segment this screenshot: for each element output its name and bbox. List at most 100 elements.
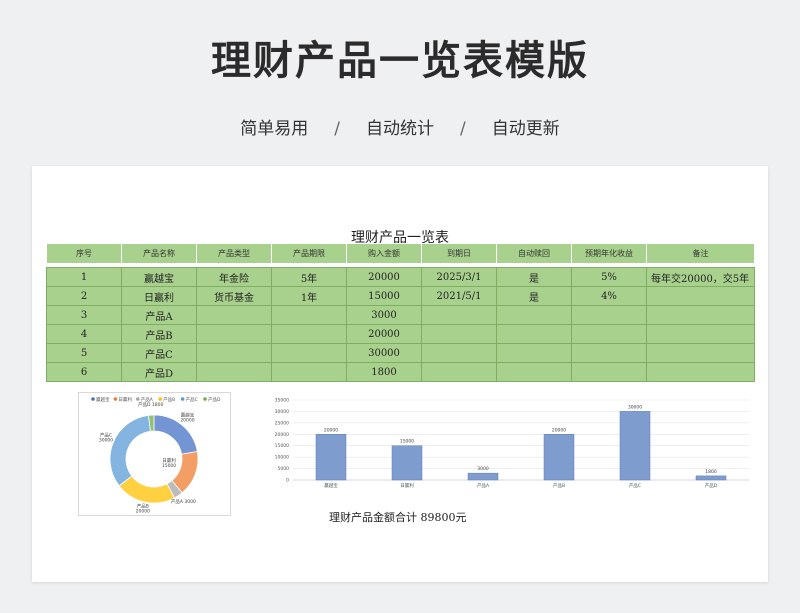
table-cell[interactable] [196, 324, 272, 344]
table-cell[interactable]: 日赢利 [121, 286, 197, 306]
table-cell[interactable]: 4 [46, 324, 122, 344]
table-cell[interactable] [496, 362, 572, 382]
table-cell[interactable]: 是 [496, 267, 572, 287]
donut-chart-svg: 赢越宝 日赢利 产品A 产品B 产品C 产品D 赢越宝 20000 日赢利 15000 产品A 3… [91, 396, 221, 514]
table-cell[interactable]: 产品A [121, 305, 197, 325]
table-cell[interactable]: 产品B [121, 324, 197, 344]
header-cell: 到期日 [421, 243, 497, 264]
header-row: 序号 产品名称 产品类型 产品期限 购入金额 到期日 自动赎回 预期年化收益 备注 [46, 243, 755, 264]
header-cell: 产品类型 [196, 243, 272, 264]
table-cell[interactable]: 年金险 [196, 267, 272, 287]
table-cell[interactable]: 3000 [346, 305, 422, 325]
table-cell[interactable] [646, 324, 755, 344]
table-cell[interactable] [421, 305, 497, 325]
tagline-2: 自动统计 [366, 119, 434, 139]
bar-data-label: 3000 [477, 466, 489, 472]
legend-entry: 产品D [208, 396, 221, 403]
legend-entry: 赢越宝 [96, 396, 110, 403]
table-cell[interactable]: 是 [496, 286, 572, 306]
table-cell[interactable]: 2025/3/1 [421, 267, 497, 287]
header-cell: 备注 [646, 243, 755, 264]
legend-marker [91, 397, 95, 401]
table-cell[interactable] [271, 343, 347, 363]
table-cell[interactable] [271, 362, 347, 382]
table-cell[interactable] [646, 343, 755, 363]
legend-entry: 日赢利 [118, 396, 132, 403]
table-cell[interactable]: 20000 [346, 267, 422, 287]
table-cell[interactable] [196, 343, 272, 363]
bar [619, 411, 651, 481]
table-cell[interactable] [196, 305, 272, 325]
table-cell[interactable]: 2021/5/1 [421, 286, 497, 306]
table-cell[interactable] [271, 305, 347, 325]
table-cell[interactable]: 1 [46, 267, 122, 287]
y-tick-label: 10000 [275, 455, 289, 461]
spreadsheet-preview: 理财产品一览表 序号 产品名称 产品类型 产品期限 购入金额 到期日 自动赎回 预期年化收益备… [32, 166, 768, 582]
table-cell[interactable] [271, 324, 347, 344]
table-cell[interactable] [571, 343, 647, 363]
table-cell[interactable]: 赢越宝 [121, 267, 197, 287]
donut-data-label: 日赢利 15000 [162, 457, 176, 469]
bar [467, 472, 499, 481]
table-cell[interactable] [496, 343, 572, 363]
table-cell[interactable] [421, 343, 497, 363]
bar [315, 434, 347, 481]
table-cell[interactable]: 1年 [271, 286, 347, 306]
y-tick-label: 15000 [275, 443, 289, 449]
table-cell[interactable]: 3 [46, 305, 122, 325]
table-cell[interactable] [646, 362, 755, 382]
table-cell[interactable]: 15000 [346, 286, 422, 306]
table-cell[interactable]: 20000 [346, 324, 422, 344]
table-cell[interactable]: 每年交20000，交5年 [646, 267, 755, 287]
x-tick-label: 产品C [629, 482, 641, 489]
legend-marker [136, 397, 140, 401]
x-tick-label: 产品D [705, 482, 718, 489]
donut-data-label: 产品D 1800 [138, 401, 163, 408]
table-row: 4 产品B 20000 [46, 324, 755, 344]
x-tick-label: 产品B [553, 482, 565, 489]
bar-chart: 0 5000 10000 15000 20000 25000 30000 35000 20000… [263, 394, 753, 499]
table-cell[interactable]: 30000 [346, 343, 422, 363]
legend-entry: 产品A [141, 396, 154, 403]
bar-data-label: 20000 [324, 427, 338, 433]
tagline-1: 简单易用 [240, 119, 309, 139]
header-cell: 购入金额 [346, 243, 422, 264]
y-tick-label: 20000 [275, 432, 289, 438]
y-tick-label: 30000 [275, 409, 289, 415]
table-cell[interactable] [421, 324, 497, 344]
table-cell[interactable]: 产品D [121, 362, 197, 382]
header-cell: 产品期限 [271, 243, 347, 264]
x-tick-label: 日赢利 [400, 482, 414, 489]
legend-entry: 产品C [186, 396, 198, 403]
bar [543, 434, 575, 481]
table-cell[interactable] [646, 286, 755, 306]
header-cell: 自动赎回 [496, 243, 572, 264]
legend-entry: 产品B [163, 396, 175, 403]
table-cell[interactable]: 5年 [271, 267, 347, 287]
table-cell[interactable]: 1800 [346, 362, 422, 382]
bar-chart-svg: 0 5000 10000 15000 20000 25000 30000 35000 20000… [275, 398, 749, 489]
table-cell[interactable]: 5% [571, 267, 647, 287]
table-cell[interactable] [571, 324, 647, 344]
table-cell[interactable]: 6 [46, 362, 122, 382]
table-cell[interactable]: 5 [46, 343, 122, 363]
table-cell[interactable]: 2 [46, 286, 122, 306]
x-tick-label: 赢越宝 [324, 482, 338, 489]
table-cell[interactable] [571, 362, 647, 382]
table-cell[interactable] [196, 362, 272, 382]
header-cell: 序号 [46, 243, 122, 264]
tagline-3: 自动更新 [491, 119, 560, 139]
table-cell[interactable]: 4% [571, 286, 647, 306]
table-cell[interactable] [496, 324, 572, 344]
table-cell[interactable]: 产品C [121, 343, 197, 363]
legend-marker [113, 397, 118, 401]
table-row: 6 产品D 1800 [46, 362, 755, 382]
bar [391, 445, 423, 481]
table-cell[interactable] [421, 362, 497, 382]
bar-data-label: 15000 [400, 439, 414, 445]
table-cell[interactable] [571, 305, 647, 325]
table-cell[interactable]: 货币基金 [196, 286, 272, 306]
table-row: 2 日赢利 货币基金 1年 15000 2021/5/1 是 4% [46, 286, 755, 306]
table-cell[interactable] [646, 305, 755, 325]
table-cell[interactable] [496, 305, 572, 325]
